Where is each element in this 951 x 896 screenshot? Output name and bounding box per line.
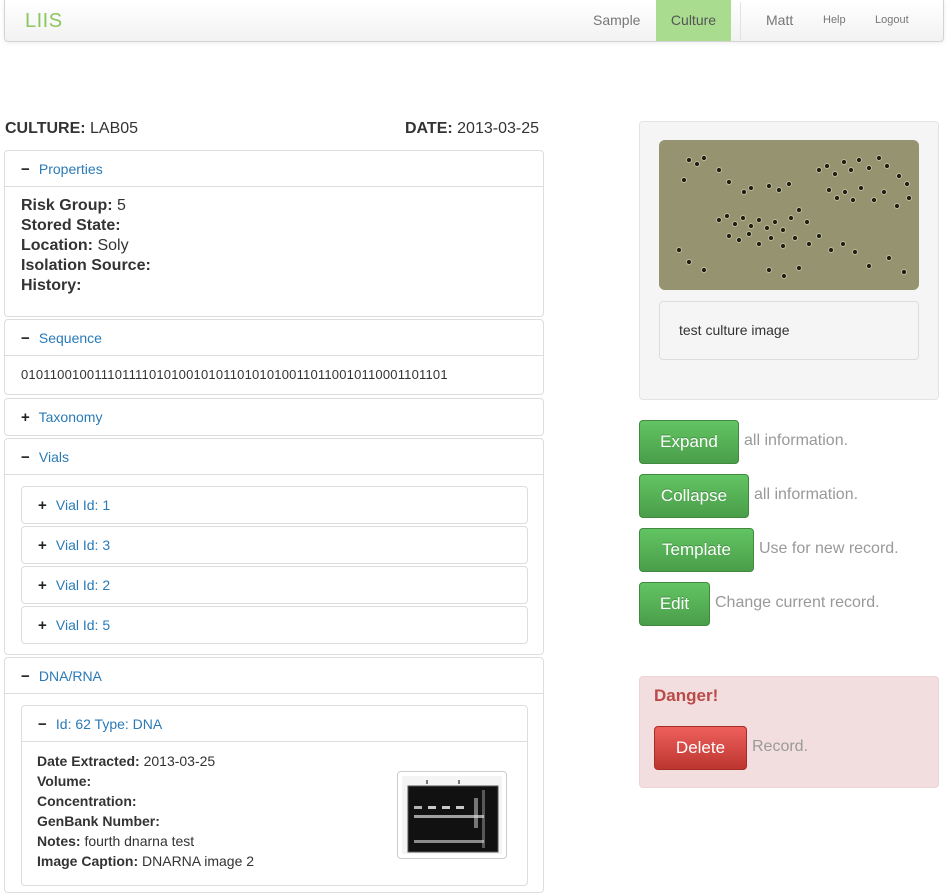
minus-icon: − — [21, 668, 30, 685]
dnarna-entry-header[interactable]: − Id: 62 Type: DNA — [22, 706, 527, 742]
dnarna-entry-link[interactable]: Id: 62 Type: DNA — [56, 716, 162, 732]
minus-icon: − — [38, 716, 47, 733]
taxonomy-header[interactable]: + Taxonomy — [5, 399, 543, 435]
minus-icon: − — [21, 161, 30, 178]
field-location: Location: Soly — [21, 237, 129, 254]
minus-icon: − — [21, 449, 30, 466]
plus-icon: + — [38, 617, 47, 634]
dnarna-header[interactable]: − DNA/RNA — [5, 658, 543, 694]
sequence-header[interactable]: − Sequence — [5, 320, 543, 356]
culture-heading: CULTURE: LAB05 — [5, 120, 138, 138]
culture-image-panel: test culture image — [639, 121, 939, 400]
date-value: 2013-03-25 — [457, 120, 539, 137]
plus-icon: + — [38, 537, 47, 554]
field-stored-state: Stored State: — [21, 217, 121, 234]
field-date-extracted: Date Extracted: 2013-03-25 — [37, 753, 216, 769]
vial-item[interactable]: + Vial Id: 2 — [21, 566, 528, 604]
vials-panel: − Vials + Vial Id: 1 + Vial Id: 3 + Vial… — [4, 438, 544, 655]
vials-header[interactable]: − Vials — [5, 439, 543, 475]
culture-microscope-image[interactable] — [659, 140, 919, 290]
expand-button[interactable]: Expand — [639, 420, 739, 464]
vial-link[interactable]: Vial Id: 5 — [56, 617, 110, 633]
nav-divider — [740, 2, 741, 40]
nav-culture[interactable]: Culture — [656, 0, 731, 41]
template-note: Use for new record. — [759, 540, 899, 557]
collapse-button[interactable]: Collapse — [639, 474, 749, 518]
vial-link[interactable]: Vial Id: 2 — [56, 577, 110, 593]
culture-microscope-icon — [659, 140, 919, 290]
vial-item[interactable]: + Vial Id: 5 — [21, 606, 528, 644]
dnarna-toggle-link[interactable]: DNA/RNA — [39, 668, 102, 684]
field-history: History: — [21, 277, 82, 294]
plus-icon: + — [21, 409, 30, 426]
minus-icon: − — [21, 330, 30, 347]
edit-note: Change current record. — [715, 594, 880, 611]
delete-note: Record. — [752, 738, 809, 755]
sequence-toggle-link[interactable]: Sequence — [39, 330, 102, 346]
properties-toggle-link[interactable]: Properties — [39, 161, 103, 177]
danger-title: Danger! — [654, 686, 719, 705]
date-heading: DATE: 2013-03-25 — [405, 120, 539, 138]
delete-button[interactable]: Delete — [654, 726, 747, 770]
date-label: DATE: — [405, 120, 453, 137]
field-isolation-source: Isolation Source: — [21, 257, 151, 274]
properties-header[interactable]: − Properties — [5, 151, 543, 187]
vials-toggle-link[interactable]: Vials — [39, 449, 69, 465]
vial-item[interactable]: + Vial Id: 1 — [21, 486, 528, 524]
brand-logo[interactable]: LIIS — [25, 10, 63, 33]
culture-id: LAB05 — [90, 120, 139, 137]
field-risk-group: Risk Group: 5 — [21, 197, 126, 214]
nav-user[interactable]: Matt — [766, 0, 793, 41]
gel-electrophoresis-image — [402, 776, 502, 854]
template-button[interactable]: Template — [639, 528, 754, 572]
collapse-note: all information. — [754, 486, 859, 503]
dnarna-gel-image[interactable] — [397, 771, 507, 859]
danger-zone: Danger! Delete Record. — [639, 676, 939, 788]
nav-sample[interactable]: Sample — [593, 0, 640, 41]
taxonomy-toggle-link[interactable]: Taxonomy — [39, 409, 103, 425]
expand-note: all information. — [744, 432, 849, 449]
vial-link[interactable]: Vial Id: 1 — [56, 497, 110, 513]
culture-label: CULTURE: — [5, 120, 86, 137]
properties-panel: − Properties Risk Group: 5 Stored State:… — [4, 150, 544, 317]
plus-icon: + — [38, 577, 47, 594]
culture-image-caption: test culture image — [659, 301, 919, 360]
vial-link[interactable]: Vial Id: 3 — [56, 537, 110, 553]
vial-item[interactable]: + Vial Id: 3 — [21, 526, 528, 564]
sequence-panel: − Sequence 01011001001110111101010010101… — [4, 319, 544, 395]
plus-icon: + — [38, 497, 47, 514]
taxonomy-panel: + Taxonomy — [4, 398, 544, 436]
sequence-value: 0101100100111011110101001010110101010011… — [21, 367, 448, 382]
top-navbar: LIIS Sample Culture Matt Help Logout — [4, 0, 944, 42]
nav-logout[interactable]: Logout — [875, 0, 909, 41]
nav-help[interactable]: Help — [823, 0, 846, 41]
edit-button[interactable]: Edit — [639, 582, 710, 626]
